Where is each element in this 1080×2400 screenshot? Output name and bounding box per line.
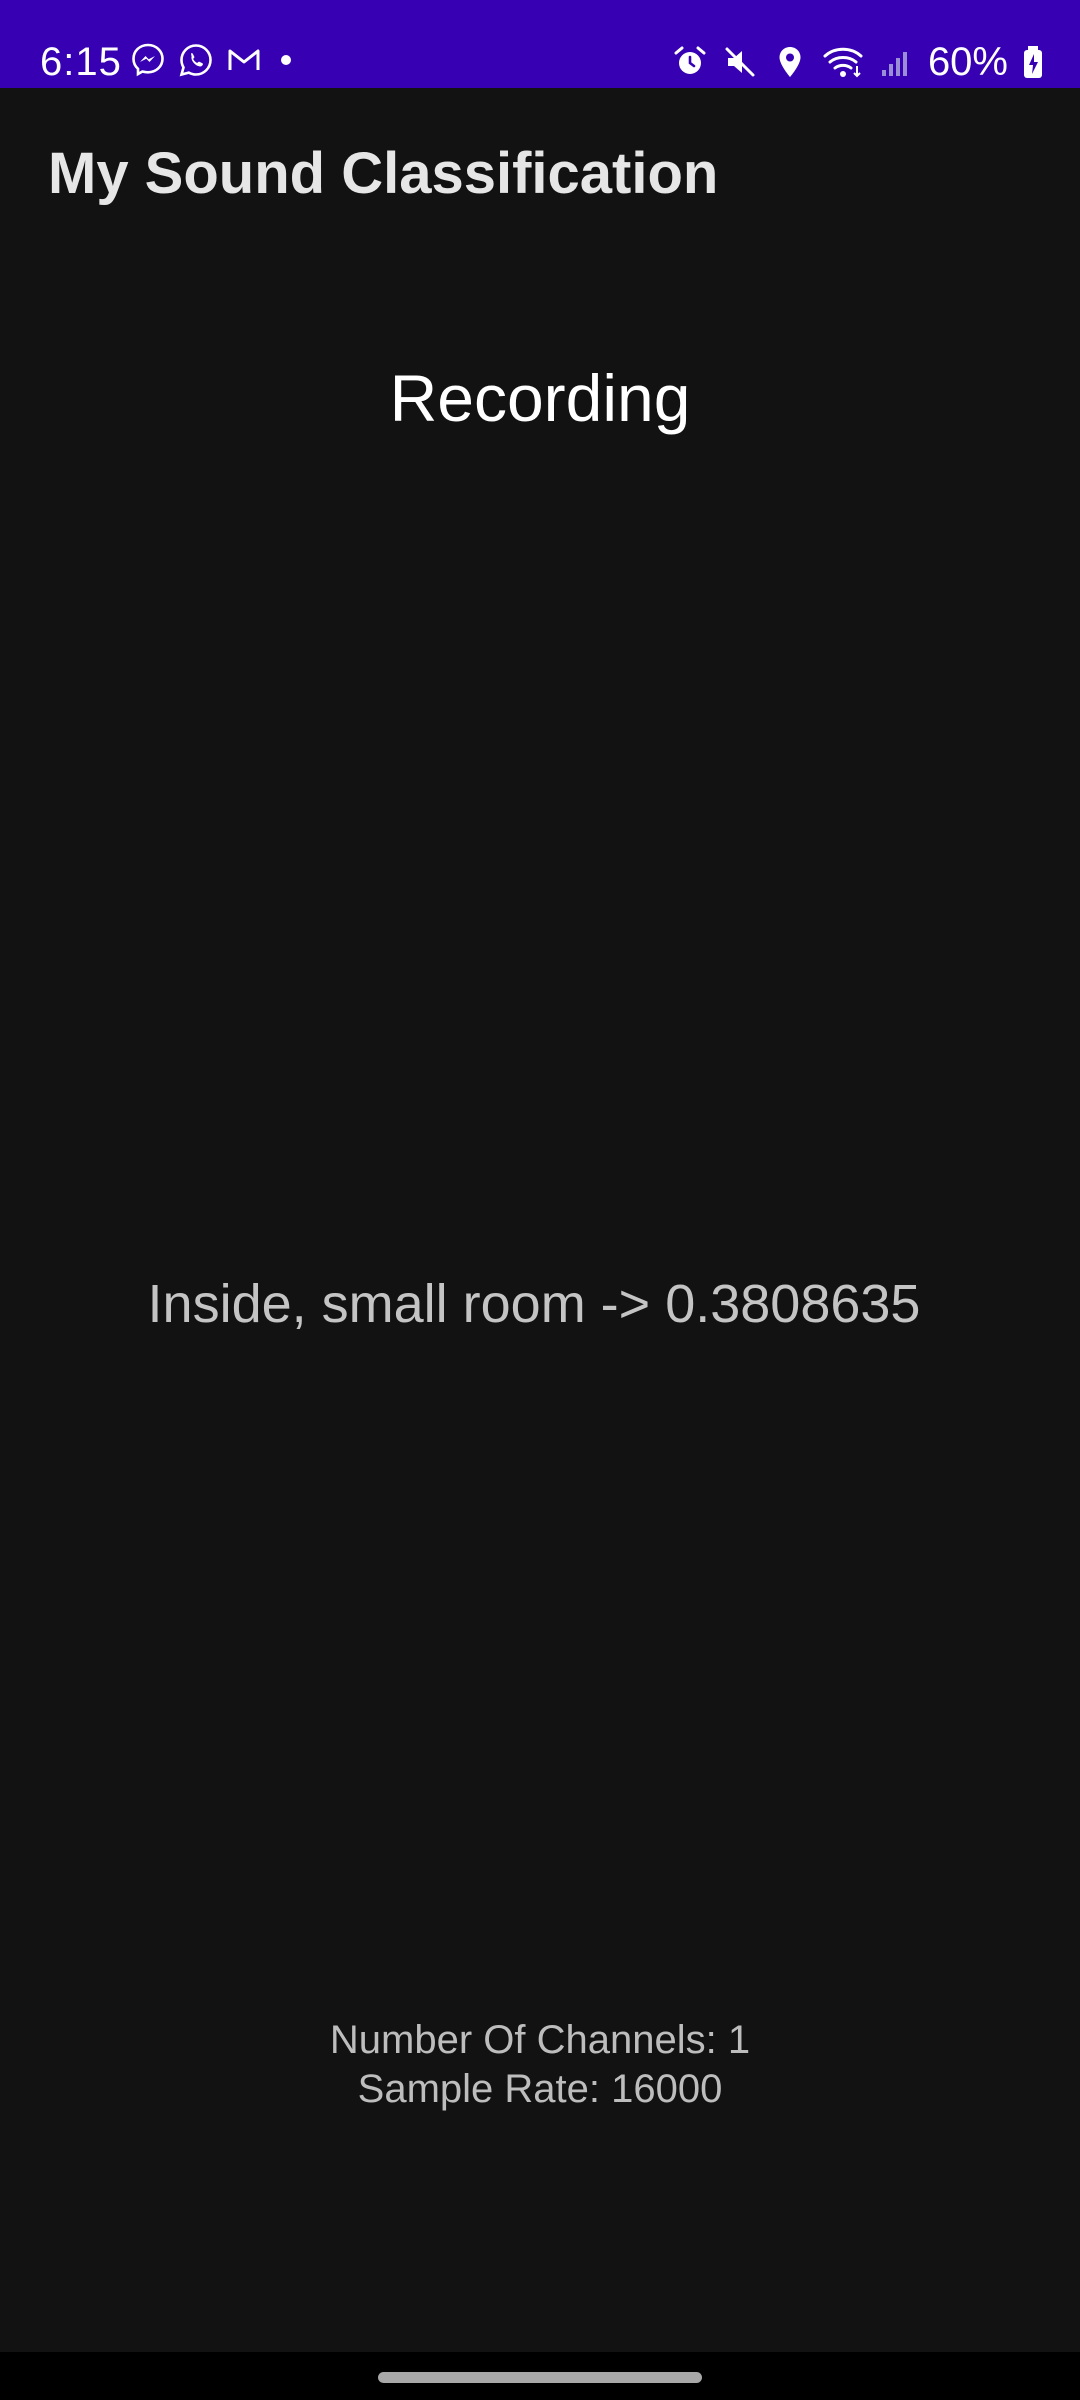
signal-icon	[878, 44, 914, 80]
app-title: My Sound Classification	[48, 141, 719, 206]
battery-charging-icon	[1022, 44, 1044, 80]
notification-icons	[130, 42, 298, 78]
screen: 6:15 60% My Sound Classification Recordi…	[0, 0, 1080, 2400]
alarm-icon	[672, 44, 708, 80]
messenger-icon	[130, 42, 166, 78]
recording-status-label: Recording	[389, 361, 691, 435]
channels-info: Number Of Channels: 1	[329, 2018, 751, 2062]
audio-info: Number Of Channels: 1 Sample Rate: 16000	[0, 2016, 1080, 2114]
wifi-icon	[822, 44, 864, 80]
classification-result: Inside, small room -> 0.3808635	[147, 1274, 921, 1334]
home-gesture-handle[interactable]	[378, 2372, 702, 2383]
navigation-bar	[0, 2352, 1080, 2400]
app-bar: My Sound Classification	[0, 88, 1080, 260]
sample-rate-info: Sample Rate: 16000	[357, 2067, 723, 2111]
location-icon	[772, 44, 808, 80]
gmail-icon	[226, 42, 262, 78]
system-indicators: 60%	[672, 40, 1044, 84]
mute-icon	[722, 44, 758, 80]
whatsapp-icon	[178, 42, 214, 78]
battery-percent: 60%	[927, 40, 1008, 84]
notification-dot-icon	[274, 42, 298, 78]
status-bar: 6:15 60%	[0, 0, 1080, 88]
status-time: 6:15	[40, 40, 122, 84]
